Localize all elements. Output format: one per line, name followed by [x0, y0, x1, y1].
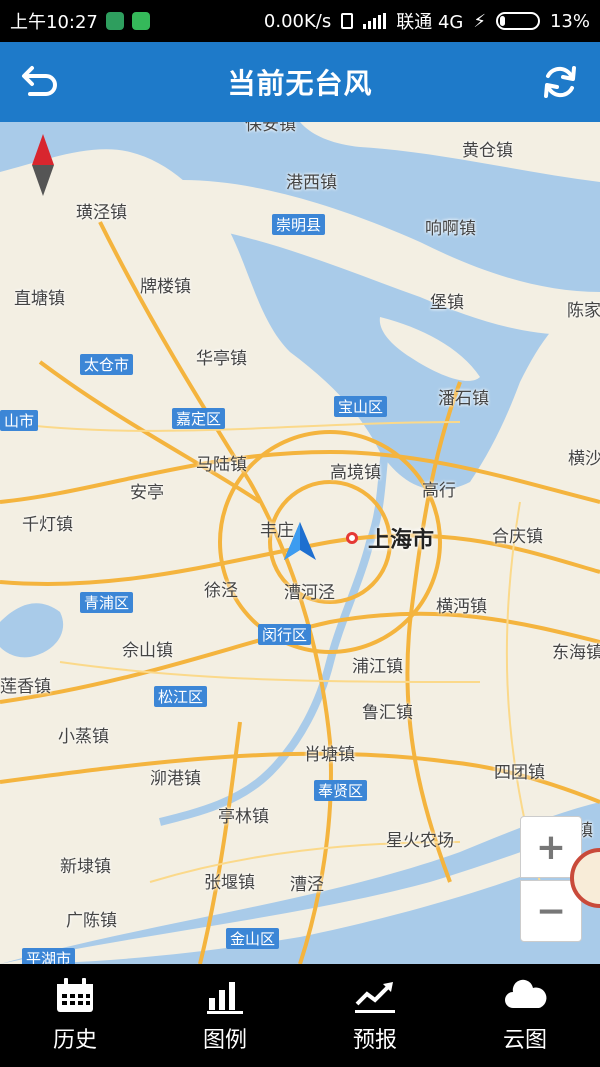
city-label: 上海市 [368, 528, 435, 553]
refresh-button[interactable] [520, 42, 600, 122]
cloud-icon [505, 979, 547, 1008]
carrier-label: 联通 4G [396, 12, 464, 33]
map-label: 浦江镇 [352, 657, 403, 677]
nav-cloud[interactable]: 云图 [450, 964, 600, 1067]
location-arrow-icon [284, 522, 316, 560]
district-label: 嘉定区 [172, 408, 226, 429]
title-bar: 当前无台风 [0, 42, 600, 122]
map-label: 张堰镇 [204, 873, 255, 893]
map-label: 莲香镇 [0, 677, 51, 697]
nav-forecast[interactable]: 预报 [300, 964, 450, 1067]
compass-icon[interactable] [30, 134, 56, 196]
map-label: 泖港镇 [150, 769, 201, 789]
district-label: 金山区 [226, 928, 280, 949]
map-label: 广陈镇 [66, 911, 117, 931]
district-label: 青浦区 [80, 592, 134, 613]
map-label: 小蒸镇 [58, 727, 109, 747]
district-label: 太仓市 [80, 354, 134, 375]
map-label: 马陆镇 [196, 455, 247, 475]
district-label: 崇明县 [272, 214, 326, 235]
shield-icon [105, 12, 124, 30]
map-label: 黄仓镇 [462, 141, 513, 161]
map-label: 漕泾 [290, 875, 324, 895]
map-view[interactable]: 保安镇 黄仓镇 港西镇 璜泾镇 响啊镇 牌楼镇 直塘镇 堡镇 陈家 华亭镇 潘石… [0, 122, 600, 964]
map-label: 直塘镇 [14, 289, 65, 309]
map-label: 高境镇 [330, 463, 381, 483]
nav-history[interactable]: 历史 [0, 964, 150, 1067]
map-label: 华亭镇 [196, 349, 247, 369]
nav-legend[interactable]: 图例 [150, 964, 300, 1067]
map-label: 横沔镇 [436, 597, 487, 617]
map-label: 合庆镇 [492, 527, 543, 547]
page-title: 当前无台风 [227, 67, 373, 100]
charging-icon: ⚡ [473, 10, 486, 32]
trend-line-icon [355, 981, 395, 1013]
status-bar: 上午10:27 0.00K/s 联通 4G ⚡ 13% [0, 0, 600, 42]
district-label: 平湖市 [22, 948, 76, 964]
map-label: 亭林镇 [218, 807, 269, 827]
battery-percent: 13% [549, 10, 590, 32]
sim-icon [341, 13, 354, 29]
bottom-nav: 历史 图例 预报 云图 [0, 964, 600, 1067]
map-label: 安亭 [130, 483, 164, 503]
map-label: 佘山镇 [122, 641, 173, 661]
nav-history-label: 历史 [52, 1027, 97, 1053]
back-button[interactable] [0, 42, 80, 122]
map-label: 星火农场 [386, 831, 454, 851]
map-label: 潘石镇 [438, 389, 489, 409]
map-label: 保安镇 [245, 122, 296, 135]
map-label: 响啊镇 [425, 219, 476, 239]
map-label: 四团镇 [494, 763, 545, 783]
map-label: 徐泾 [204, 581, 238, 601]
nav-cloud-label: 云图 [502, 1027, 547, 1053]
map-label: 牌楼镇 [140, 277, 191, 297]
district-label: 奉贤区 [314, 780, 368, 801]
map-label: 漕河泾 [284, 583, 335, 603]
map-label: 横沙 [568, 449, 600, 469]
bar-chart-icon [207, 981, 243, 1014]
nav-forecast-label: 预报 [352, 1027, 397, 1053]
district-label: 宝山区 [334, 396, 388, 417]
network-speed: 0.00K/s [263, 10, 332, 32]
district-label: 闵行区 [258, 624, 312, 645]
map-label: 陈家 [567, 301, 600, 321]
back-arrow-icon [22, 66, 57, 96]
map-label: 璜泾镇 [76, 203, 127, 223]
calendar-icon [57, 977, 93, 1012]
map-label: 肖塘镇 [304, 745, 355, 765]
status-time: 上午10:27 [10, 12, 98, 33]
map-label: 千灯镇 [22, 515, 73, 535]
refresh-icon [544, 66, 576, 98]
city-marker-icon [346, 532, 358, 544]
map-label: 港西镇 [286, 173, 337, 193]
map-label: 新埭镇 [60, 857, 111, 877]
map-label: 鲁汇镇 [362, 703, 413, 723]
map-label: 高行 [422, 481, 456, 501]
battery-icon [495, 12, 540, 30]
signal-icon [363, 13, 387, 29]
map-label: 东海镇 [552, 643, 600, 663]
android-icon [131, 12, 150, 30]
map-label: 堡镇 [430, 293, 464, 313]
district-label: 山市 [0, 410, 39, 431]
district-label: 松江区 [154, 686, 208, 707]
nav-legend-label: 图例 [202, 1027, 247, 1053]
